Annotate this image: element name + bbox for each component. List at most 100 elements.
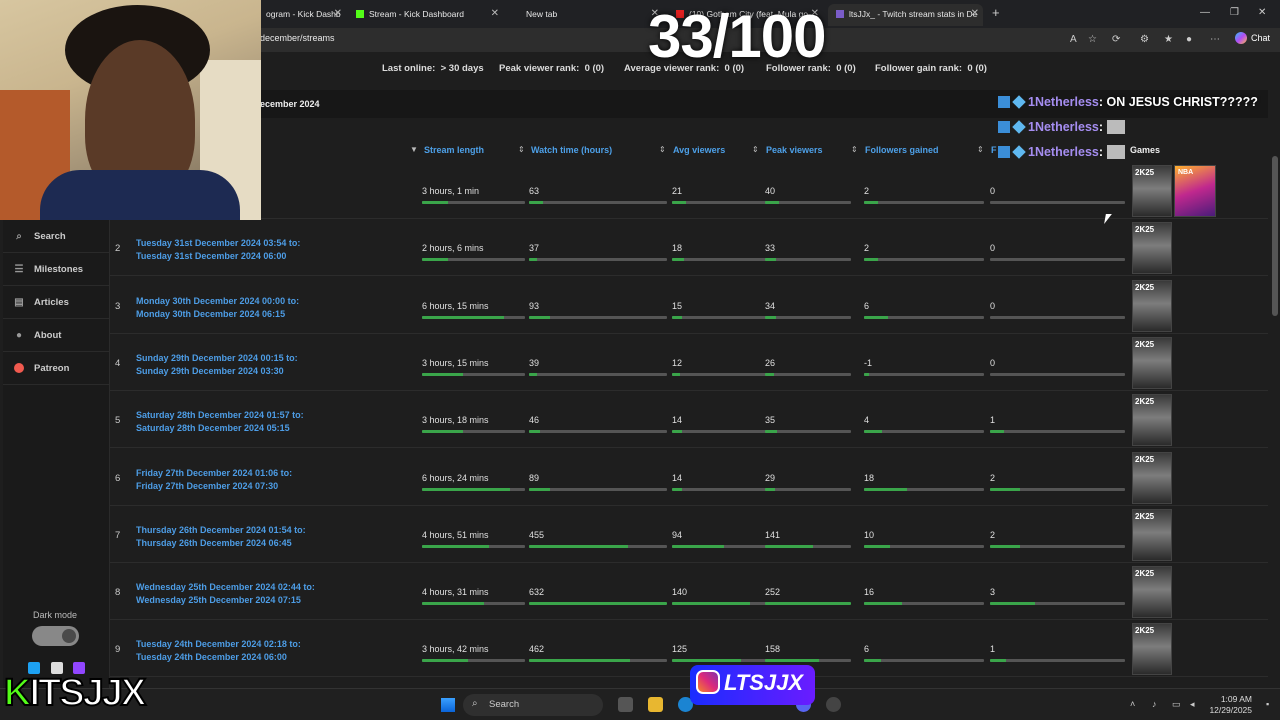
progress-bar xyxy=(765,544,851,548)
progress-fill xyxy=(765,201,779,204)
stream-date-link[interactable]: Tuesday 31st December 2024 03:54 to: Tues… xyxy=(136,237,300,263)
sort-icon[interactable]: ⇕ xyxy=(977,145,984,154)
progress-fill xyxy=(990,430,1004,434)
minimize-icon[interactable]: — xyxy=(1200,7,1210,18)
progress-fill xyxy=(672,372,680,376)
task-view-icon[interactable] xyxy=(618,697,633,712)
sidebar-item-articles[interactable]: ▤ Articles xyxy=(3,286,109,319)
game-thumbnail-second[interactable]: NBA xyxy=(1174,165,1216,217)
favorites-icon[interactable]: ★ xyxy=(1164,34,1173,45)
sidebar-item-search[interactable]: ⌕ Search xyxy=(3,220,109,253)
stream-date-link[interactable]: Tuesday 24th December 2024 02:18 to: Tues… xyxy=(136,638,301,664)
copilot-chat-button[interactable]: Chat xyxy=(1234,32,1270,44)
stat-label: Last online: xyxy=(382,63,436,74)
header-watch-time[interactable]: Watch time (hours) xyxy=(531,145,612,155)
game-thumbnail-nba2k25[interactable]: 2K25 xyxy=(1132,508,1172,561)
badge-icon xyxy=(998,146,1010,158)
sort-icon[interactable]: ⇕ xyxy=(659,145,666,154)
stream-date-link[interactable]: Thursday 26th December 2024 01:54 to: Thu… xyxy=(136,524,306,550)
profile-icon[interactable]: ● xyxy=(1186,34,1192,45)
url-field[interactable]: december/streams xyxy=(260,33,335,43)
game-thumbnail-nba2k25[interactable]: 2K25 xyxy=(1132,566,1172,619)
stream-date-link[interactable]: Wednesday 25th December 2024 02:44 to: We… xyxy=(136,581,315,607)
sort-icon[interactable]: ⇕ xyxy=(518,145,525,154)
sort-icon[interactable]: ⇕ xyxy=(851,145,858,154)
game-thumbnail-nba2k25[interactable]: 2K25 xyxy=(1132,165,1172,217)
close-icon[interactable]: ✕ xyxy=(971,8,979,19)
close-icon[interactable]: ✕ xyxy=(491,8,499,19)
sidebar-item-about[interactable]: ● About xyxy=(3,319,109,352)
windows-start-icon[interactable] xyxy=(441,698,455,712)
stream-date-link[interactable]: Sunday 29th December 2024 00:15 to: Sunda… xyxy=(136,352,298,378)
volume-icon[interactable]: ◂ xyxy=(1190,699,1195,710)
notification-icon[interactable]: ▪ xyxy=(1266,699,1269,709)
favorite-icon[interactable]: ☆ xyxy=(1088,34,1097,45)
row-number: 8 xyxy=(115,587,121,599)
sidebar-item-patreon[interactable]: Patreon xyxy=(3,352,109,385)
progress-bar xyxy=(672,659,767,663)
close-window-icon[interactable]: ✕ xyxy=(1258,7,1266,18)
progress-bar xyxy=(864,544,984,548)
date-end: Saturday 28th December 2024 05:15 xyxy=(136,423,290,434)
cell-fol: 18 xyxy=(864,472,875,483)
browser-tab-active[interactable]: ltsJJx_ - Twitch stream stats in De ✕ xyxy=(828,4,983,26)
table-row: 8 Wednesday 25th December 2024 02:44 to: W… xyxy=(110,563,1268,621)
game-thumbnail-nba2k25[interactable]: 2K25 xyxy=(1132,279,1172,332)
stream-date-link[interactable]: Saturday 28th December 2024 01:57 to: Sat… xyxy=(136,409,304,435)
sidebar: ⌕ Search ☰ Milestones ▤ Articles ● About Pat… xyxy=(3,220,110,720)
network-icon[interactable]: ▭ xyxy=(1172,699,1181,710)
header-peak-viewers[interactable]: Peak viewers xyxy=(766,145,823,155)
read-aloud-icon[interactable]: A xyxy=(1070,34,1077,45)
file-explorer-icon[interactable] xyxy=(648,697,663,712)
game-thumbnail-nba2k25[interactable]: 2K25 xyxy=(1132,222,1172,275)
progress-bar xyxy=(529,544,667,548)
header-stream-length[interactable]: Stream length xyxy=(424,145,484,155)
game-thumbnail-nba2k25[interactable]: 2K25 xyxy=(1132,623,1172,676)
stream-date-link[interactable]: Friday 27th December 2024 01:06 to: Frida… xyxy=(136,467,292,493)
taskbar-search[interactable]: ⌕ Search xyxy=(463,694,603,716)
restore-icon[interactable]: ❐ xyxy=(1230,7,1239,18)
chat-label: Chat xyxy=(1250,33,1270,43)
cell-length: 3 hours, 42 mins xyxy=(422,644,489,655)
game-thumbnail-nba2k25[interactable]: 2K25 xyxy=(1132,336,1172,389)
header-avg-viewers[interactable]: Avg viewers xyxy=(673,145,725,155)
progress-bar xyxy=(422,659,525,663)
browser-tab[interactable]: New tab ✕ xyxy=(508,4,663,26)
browser-tab[interactable]: Stream - Kick Dashboard ✕ xyxy=(348,4,503,26)
date-end: Sunday 29th December 2024 03:30 xyxy=(136,365,284,376)
progress-bar xyxy=(529,258,667,262)
kick-logo-k: K xyxy=(3,671,33,715)
refresh-icon[interactable]: ⟳ xyxy=(1112,34,1120,45)
kick-logo-text: ITSJJX xyxy=(28,671,147,715)
stream-date-link[interactable]: Monday 30th December 2024 00:00 to: Monda… xyxy=(136,295,299,321)
header-followers-per-hour[interactable]: F xyxy=(991,145,997,155)
progress-bar xyxy=(990,487,1125,491)
browser-tab[interactable]: ogram - Kick Dashb ✕ xyxy=(258,4,346,26)
game-thumbnail-nba2k25[interactable]: 2K25 xyxy=(1132,451,1172,504)
sort-icon[interactable]: ⇕ xyxy=(752,145,759,154)
system-clock[interactable]: 1:09 AM 12/29/2025 xyxy=(1209,694,1252,716)
progress-fill xyxy=(864,372,869,376)
cell-fol: -1 xyxy=(864,357,873,368)
cell-peak: 141 xyxy=(765,529,781,540)
mic-icon[interactable]: ♪ xyxy=(1152,699,1157,709)
table-row: 6 Friday 27th December 2024 01:06 to: Frid… xyxy=(110,449,1268,506)
scrollbar[interactable] xyxy=(1272,156,1278,316)
extensions-icon[interactable]: ⚙ xyxy=(1140,34,1149,45)
progress-fill xyxy=(990,602,1035,606)
search-icon: ⌕ xyxy=(472,698,478,709)
menu-icon[interactable]: ⋯ xyxy=(1210,34,1220,45)
header-followers-gained[interactable]: Followers gained xyxy=(865,145,939,155)
game-thumbnail-nba2k25[interactable]: 2K25 xyxy=(1132,394,1172,447)
chat-separator: : xyxy=(1098,95,1104,109)
sidebar-item-milestones[interactable]: ☰ Milestones xyxy=(3,253,109,286)
new-tab-icon[interactable]: + xyxy=(992,5,1000,20)
cell-watch: 462 xyxy=(529,644,545,655)
close-icon[interactable]: ✕ xyxy=(334,8,342,19)
obs-icon[interactable] xyxy=(826,697,841,712)
dark-mode-toggle[interactable] xyxy=(32,626,79,646)
sidebar-item-label: Milestones xyxy=(34,264,84,275)
chevron-up-icon[interactable]: ˄ xyxy=(1130,699,1135,709)
sort-desc-icon[interactable]: ▼ xyxy=(410,145,418,154)
progress-fill xyxy=(765,487,776,491)
